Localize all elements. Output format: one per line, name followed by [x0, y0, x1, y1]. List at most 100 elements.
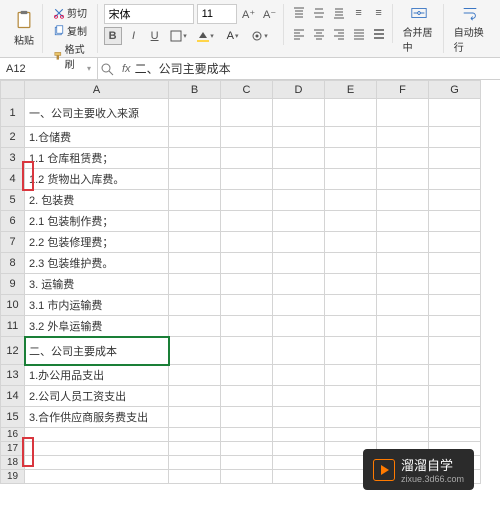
cell[interactable]: [273, 386, 325, 407]
cell[interactable]: [221, 148, 273, 169]
fill-color-button[interactable]: [194, 27, 218, 45]
cell[interactable]: [429, 365, 481, 386]
row-header[interactable]: 18: [1, 456, 25, 470]
cell[interactable]: [377, 190, 429, 211]
row-header[interactable]: 4: [1, 169, 25, 190]
increase-font-button[interactable]: A⁺: [240, 5, 258, 23]
cell[interactable]: [169, 365, 221, 386]
cell[interactable]: [169, 169, 221, 190]
align-top-button[interactable]: [290, 4, 308, 22]
cell[interactable]: [377, 428, 429, 442]
cell[interactable]: [429, 386, 481, 407]
cell[interactable]: [273, 148, 325, 169]
cell[interactable]: 2.3 包装维护费。: [25, 253, 169, 274]
column-header[interactable]: E: [325, 81, 377, 99]
cell[interactable]: [377, 407, 429, 428]
cell[interactable]: [25, 456, 169, 470]
border-button[interactable]: [167, 27, 191, 45]
cell[interactable]: [273, 253, 325, 274]
row-header[interactable]: 6: [1, 211, 25, 232]
column-header[interactable]: A: [25, 81, 169, 99]
align-middle-button[interactable]: [310, 4, 328, 22]
cell[interactable]: [273, 190, 325, 211]
decrease-indent-button[interactable]: ≡: [350, 4, 368, 22]
paste-button[interactable]: 粘贴: [10, 4, 38, 53]
cell[interactable]: [25, 442, 169, 456]
cell[interactable]: [221, 365, 273, 386]
row-header[interactable]: 9: [1, 274, 25, 295]
name-box[interactable]: A12: [0, 58, 98, 79]
column-header[interactable]: F: [377, 81, 429, 99]
cell[interactable]: [273, 295, 325, 316]
italic-button[interactable]: I: [125, 27, 143, 45]
font-name-select[interactable]: [104, 4, 194, 24]
cell[interactable]: [273, 337, 325, 365]
cell[interactable]: [377, 337, 429, 365]
cell[interactable]: [377, 99, 429, 127]
cell[interactable]: 2.2 包装修理费；: [25, 232, 169, 253]
cell[interactable]: [325, 232, 377, 253]
row-header[interactable]: 7: [1, 232, 25, 253]
cell[interactable]: [169, 99, 221, 127]
cell[interactable]: 3.合作供应商服务费支出: [25, 407, 169, 428]
cell[interactable]: [325, 407, 377, 428]
cell[interactable]: 2. 包装费: [25, 190, 169, 211]
cell[interactable]: [325, 127, 377, 148]
cell[interactable]: [429, 407, 481, 428]
column-header[interactable]: G: [429, 81, 481, 99]
cell[interactable]: [325, 253, 377, 274]
cell[interactable]: [169, 316, 221, 337]
cell[interactable]: [169, 295, 221, 316]
align-left-button[interactable]: [290, 25, 308, 43]
cell[interactable]: [377, 386, 429, 407]
cell[interactable]: [273, 274, 325, 295]
spreadsheet-grid[interactable]: ABCDEFG 1一、公司主要收入来源21.仓储费31.1 仓库租赁费；41.2…: [0, 80, 500, 506]
cell[interactable]: [221, 274, 273, 295]
cell[interactable]: [429, 274, 481, 295]
cell[interactable]: [377, 365, 429, 386]
cell[interactable]: [325, 365, 377, 386]
cell[interactable]: [25, 470, 169, 484]
cell[interactable]: [221, 470, 273, 484]
align-bottom-button[interactable]: [330, 4, 348, 22]
cell[interactable]: [221, 232, 273, 253]
zoom-icon[interactable]: [98, 60, 116, 78]
cell[interactable]: [273, 365, 325, 386]
cell[interactable]: [377, 316, 429, 337]
cell[interactable]: [169, 232, 221, 253]
cell[interactable]: [169, 407, 221, 428]
cell[interactable]: [273, 407, 325, 428]
cell[interactable]: [273, 470, 325, 484]
align-center-button[interactable]: [310, 25, 328, 43]
increase-indent-button[interactable]: ≡: [370, 4, 388, 22]
cell[interactable]: [429, 99, 481, 127]
cell[interactable]: [221, 337, 273, 365]
cell[interactable]: [325, 148, 377, 169]
cell[interactable]: [221, 386, 273, 407]
cell[interactable]: 2.1 包装制作费；: [25, 211, 169, 232]
distribute-button[interactable]: [370, 25, 388, 43]
cell[interactable]: [325, 274, 377, 295]
cell[interactable]: [169, 148, 221, 169]
cell[interactable]: [273, 456, 325, 470]
cell[interactable]: [429, 148, 481, 169]
cell[interactable]: [221, 428, 273, 442]
cell[interactable]: [325, 99, 377, 127]
font-color-button[interactable]: A: [221, 27, 245, 45]
cell[interactable]: 一、公司主要收入来源: [25, 99, 169, 127]
cell[interactable]: [25, 428, 169, 442]
select-all-corner[interactable]: [1, 81, 25, 99]
cell[interactable]: [273, 211, 325, 232]
cell[interactable]: [429, 232, 481, 253]
cell[interactable]: [169, 127, 221, 148]
cell[interactable]: 3.2 外阜运输费: [25, 316, 169, 337]
cell[interactable]: [429, 127, 481, 148]
cell[interactable]: [169, 428, 221, 442]
cell[interactable]: [221, 456, 273, 470]
cell[interactable]: [377, 253, 429, 274]
cell[interactable]: [221, 295, 273, 316]
row-header[interactable]: 8: [1, 253, 25, 274]
row-header[interactable]: 15: [1, 407, 25, 428]
cell[interactable]: [429, 428, 481, 442]
cell[interactable]: 1.办公用品支出: [25, 365, 169, 386]
